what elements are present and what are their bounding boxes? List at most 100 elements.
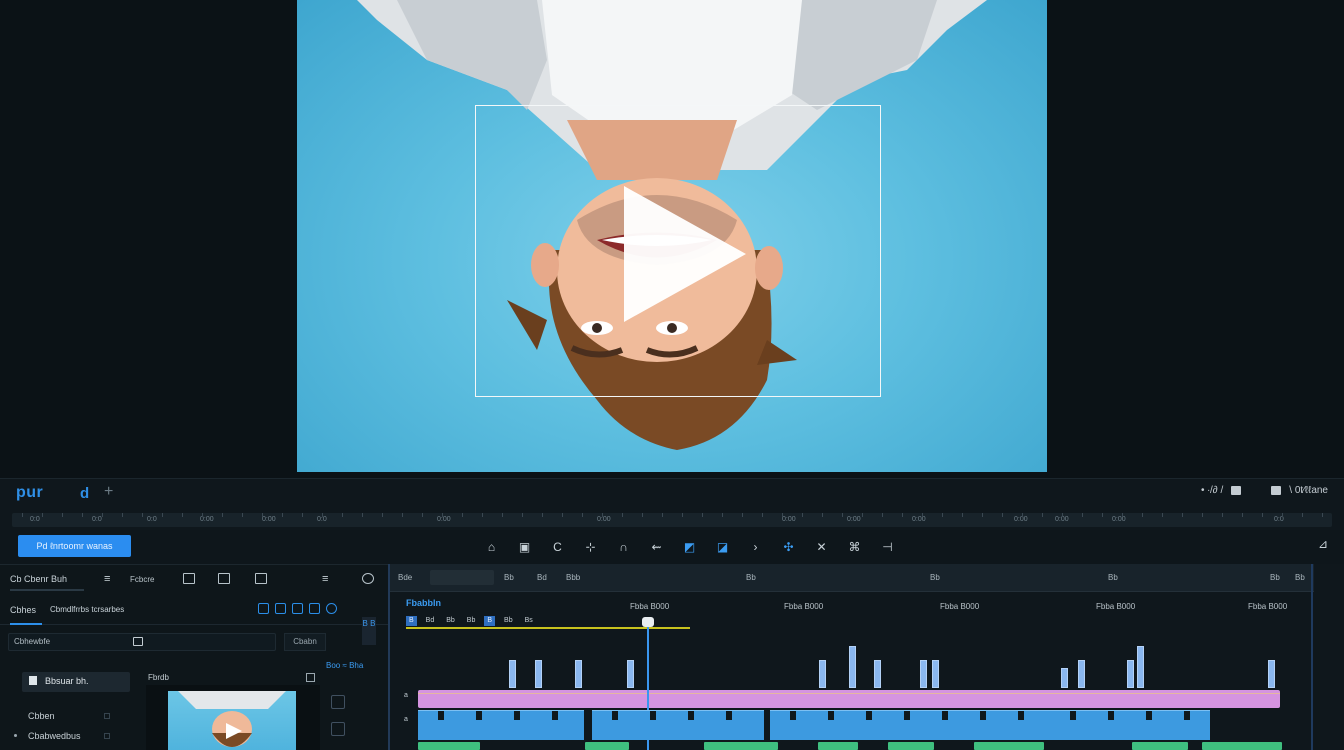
list-item-toggle[interactable] bbox=[104, 713, 110, 719]
video-track-clip[interactable] bbox=[592, 710, 764, 740]
settings-icon[interactable]: ⊿ bbox=[1318, 537, 1328, 551]
ruler-tick bbox=[102, 513, 103, 517]
video-track-clip[interactable] bbox=[418, 710, 573, 740]
ruler-tick bbox=[802, 513, 803, 517]
ruler-tick bbox=[1302, 513, 1303, 517]
ruler-tick bbox=[982, 513, 983, 517]
timeline-header-label[interactable]: Bb bbox=[1108, 573, 1118, 582]
panel-title-underline bbox=[10, 589, 84, 591]
timeline-header-label[interactable]: Bde bbox=[398, 573, 412, 582]
tool-icon-12[interactable]: ⊣ bbox=[871, 537, 904, 557]
ruler-tick bbox=[1002, 513, 1003, 517]
ruler-tick bbox=[22, 513, 23, 517]
audio-clip[interactable] bbox=[1132, 742, 1188, 750]
ruler-tick bbox=[1022, 513, 1023, 517]
timeline-header-label[interactable]: Bb bbox=[1270, 573, 1280, 582]
audio-clip[interactable] bbox=[418, 742, 480, 750]
timeline-header-label[interactable]: Bb bbox=[746, 573, 756, 582]
tool-icon-10[interactable]: ✕ bbox=[805, 537, 838, 557]
waveform-peak bbox=[920, 660, 927, 688]
ruler-right-label-2: \ 0t∕ℓℓane bbox=[1289, 485, 1328, 496]
time-ruler[interactable]: 0:0 0:0 0:0 0:00 0:00 0:0 0:00 0:00 0:00 0:00 0:00… bbox=[12, 513, 1332, 527]
marker-chip[interactable]: Bb bbox=[501, 616, 516, 626]
list-icon[interactable] bbox=[309, 603, 320, 614]
sort-icon[interactable] bbox=[258, 603, 269, 614]
ruler-tick-label: 0:0 bbox=[1274, 516, 1284, 523]
ruler-tick bbox=[842, 513, 843, 517]
menu-icon[interactable]: ≡ bbox=[104, 573, 110, 585]
audio-clip[interactable] bbox=[1202, 742, 1282, 750]
text-icon[interactable] bbox=[331, 722, 345, 736]
filter-link[interactable]: Boo ≈ Bha bbox=[326, 661, 363, 670]
video-preview[interactable] bbox=[297, 0, 1047, 472]
timeline-header-label[interactable]: Bb bbox=[930, 573, 940, 582]
more-menu-icon[interactable]: ≡ bbox=[322, 573, 328, 585]
audio-clip[interactable] bbox=[888, 742, 934, 750]
info-icon[interactable] bbox=[326, 603, 337, 614]
tool-group: ⌂ ▣ C ⊹ ∩ ⇜ ◩ ◪ › ✣ ✕ ⌘ ⊣ bbox=[475, 537, 904, 557]
waveform-peak bbox=[1078, 660, 1085, 688]
filter-icon[interactable] bbox=[275, 603, 286, 614]
tab-media-libraries[interactable]: Cbmdlfrrbs tcrsarbes bbox=[50, 605, 124, 614]
audio-clip[interactable] bbox=[585, 742, 629, 750]
timeline-header-label[interactable]: Bd bbox=[537, 573, 547, 582]
layout-icon[interactable] bbox=[331, 695, 345, 709]
timeline-title: Fbabbln bbox=[406, 598, 441, 608]
chart-icon[interactable] bbox=[218, 573, 230, 584]
tab-clips[interactable]: Cbhes bbox=[10, 605, 36, 615]
tool-icon-9[interactable]: ✣ bbox=[772, 537, 805, 557]
playhead-handle[interactable] bbox=[642, 617, 654, 627]
clip-notch bbox=[650, 711, 656, 720]
audio-clip[interactable] bbox=[742, 742, 778, 750]
marker-chip[interactable]: Bd bbox=[423, 616, 438, 626]
tool-icon-1[interactable]: ▣ bbox=[508, 537, 541, 557]
marker-chip[interactable]: Bb bbox=[464, 616, 479, 626]
ruler-tick bbox=[1262, 513, 1263, 517]
video-track-clip[interactable] bbox=[560, 710, 584, 740]
tool-icon-6[interactable]: ◩ bbox=[673, 537, 706, 557]
image-icon[interactable] bbox=[183, 573, 195, 584]
tool-icon-4[interactable]: ∩ bbox=[607, 537, 640, 557]
tool-icon-2[interactable]: C bbox=[541, 537, 574, 557]
tool-icon-0[interactable]: ⌂ bbox=[475, 537, 508, 557]
tool-icon-5[interactable]: ⇜ bbox=[640, 537, 673, 557]
ruler-tick bbox=[82, 513, 83, 517]
marker-chip[interactable]: B bbox=[484, 616, 496, 626]
media-thumbnail[interactable] bbox=[146, 685, 320, 750]
marker-chip[interactable]: Bb bbox=[443, 616, 458, 626]
timeline-search[interactable] bbox=[430, 570, 494, 585]
list-item[interactable]: Cbben bbox=[28, 711, 55, 721]
waveform-peak bbox=[535, 660, 542, 688]
screen-icon[interactable] bbox=[1231, 486, 1242, 495]
media-options-icon[interactable] bbox=[306, 673, 315, 682]
tool-icon-3[interactable]: ⊹ bbox=[574, 537, 607, 557]
audio-track-clip[interactable] bbox=[418, 690, 1280, 708]
timeline-header-label[interactable]: Bb bbox=[1295, 573, 1305, 582]
list-item-toggle[interactable] bbox=[104, 733, 110, 739]
brand-extra: d bbox=[80, 485, 90, 502]
folder-button[interactable]: Bbsuar bh. bbox=[22, 672, 130, 692]
add-icon[interactable]: + bbox=[104, 483, 113, 501]
video-track-clip[interactable] bbox=[1050, 710, 1210, 740]
play-icon[interactable] bbox=[624, 186, 746, 322]
ruler-tick bbox=[542, 513, 543, 517]
marker-chip[interactable]: B bbox=[406, 616, 417, 626]
audio-clip[interactable] bbox=[818, 742, 858, 750]
audio-clip[interactable] bbox=[974, 742, 1044, 750]
list-item[interactable]: Cbabwedbus bbox=[28, 731, 81, 741]
marker-chip[interactable]: Bs bbox=[522, 616, 536, 626]
tool-icon-11[interactable]: ⌘ bbox=[838, 537, 871, 557]
search-button[interactable]: Cbabn bbox=[284, 633, 326, 651]
tool-icon-7[interactable]: ◪ bbox=[706, 537, 739, 557]
tool-icon-8[interactable]: › bbox=[739, 537, 772, 557]
timecode-label: Fbba B000 bbox=[1096, 602, 1136, 611]
marker-chips: B Bd Bb Bb B Bb Bs bbox=[406, 616, 536, 626]
shapes-icon[interactable] bbox=[255, 573, 267, 584]
view-icon[interactable] bbox=[292, 603, 303, 614]
export-button[interactable]: Pd ℓnrtoomr wanas bbox=[18, 535, 131, 557]
search-icon[interactable] bbox=[133, 637, 143, 646]
timeline-header-label[interactable]: Bb bbox=[504, 573, 514, 582]
timeline-header-label[interactable]: Bbb bbox=[566, 573, 580, 582]
refresh-icon[interactable] bbox=[362, 573, 374, 584]
monitor-icon[interactable] bbox=[1271, 486, 1282, 495]
